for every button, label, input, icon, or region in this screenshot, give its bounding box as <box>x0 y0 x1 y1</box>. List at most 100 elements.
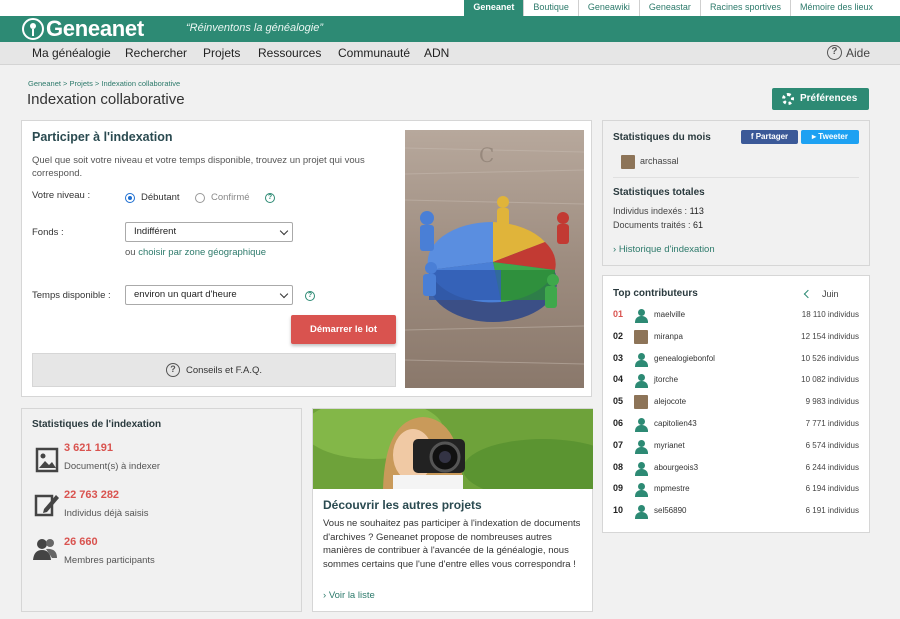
twitter-tweet-button[interactable]: ▸ Tweeter <box>801 130 859 144</box>
contributor-name[interactable]: myrianet <box>654 441 685 450</box>
contributor-count: 6 574 individus <box>805 440 859 450</box>
logo-text[interactable]: Geneanet <box>46 16 144 42</box>
contributor-row[interactable]: 08 abourgeois3 6 244 individus <box>603 461 871 479</box>
history-link-label: Historique d'indexation <box>618 244 715 255</box>
help-link[interactable]: ? Aide <box>826 45 870 60</box>
user-avatar[interactable] <box>621 155 635 169</box>
month-stats-title: Statistiques du mois <box>613 132 711 143</box>
contributor-count: 10 082 individus <box>801 375 859 385</box>
person-icon <box>635 352 648 367</box>
see-list-link[interactable]: › Voir la liste <box>323 590 375 601</box>
contributor-name[interactable]: alejocote <box>654 397 686 406</box>
toplink-memoire-des-lieux[interactable]: Mémoire des lieux <box>789 0 882 16</box>
toplink-racines-sportives[interactable]: Racines sportives <box>699 0 790 16</box>
contributor-row[interactable]: 10 sel56890 6 191 individus <box>603 504 871 522</box>
month-user-name[interactable]: archassal <box>640 156 679 166</box>
contributor-name[interactable]: jtorche <box>654 375 678 384</box>
faq-button[interactable]: ? Conseils et F.A.Q. <box>32 353 396 387</box>
slogan: “Réinventons la généalogie” <box>186 22 323 34</box>
contributor-row[interactable]: 03 genealogiebonfol 10 526 individus <box>603 352 871 370</box>
discover-panel: Découvrir les autres projets Vous ne sou… <box>312 408 593 612</box>
toplink-geneawiki[interactable]: Geneawiki <box>577 0 639 16</box>
nav-communaute[interactable]: Communauté <box>338 42 410 65</box>
contributor-name[interactable]: genealogiebonfol <box>654 354 715 363</box>
contributor-count: 7 771 individus <box>805 419 859 428</box>
faq-label: Conseils et F.A.Q. <box>185 364 263 376</box>
chevron-down-icon <box>279 289 289 299</box>
level-label: Votre niveau : <box>32 190 91 201</box>
level-confirme-label: Confirmé <box>211 192 250 203</box>
contributor-name[interactable]: miranpa <box>654 332 683 341</box>
contributor-row[interactable]: 02 miranpa 12 154 individus <box>603 329 871 348</box>
contributor-rank: 01 <box>613 309 624 319</box>
top-month: Juin <box>822 289 839 299</box>
fonds-value: Indifférent <box>134 226 177 237</box>
docs-label: Documents traités : <box>613 220 691 230</box>
docs-to-index-value: 3 621 191 <box>64 442 113 454</box>
start-lot-button[interactable]: Démarrer le lot <box>291 315 396 344</box>
help-icon: ? <box>165 363 180 377</box>
time-select[interactable]: environ un quart d'heure <box>125 285 293 305</box>
toplink-boutique[interactable]: Boutique <box>523 0 578 16</box>
geo-prefix: ou <box>125 247 136 258</box>
person-icon <box>635 374 648 389</box>
contributor-name[interactable]: capitolien43 <box>654 419 697 428</box>
divider <box>613 177 859 178</box>
facebook-share-button[interactable]: f Partager <box>741 130 798 144</box>
members-icon <box>33 539 57 560</box>
history-link[interactable]: › Historique d'indexation <box>613 244 715 255</box>
person-icon <box>635 505 648 520</box>
fonds-select[interactable]: Indifférent <box>125 222 293 242</box>
contributor-name[interactable]: abourgeois3 <box>654 463 698 472</box>
see-list-label: Voir la liste <box>328 590 375 601</box>
breadcrumb[interactable]: Geneanet > Projets > Indexation collabor… <box>28 79 180 88</box>
participate-title: Participer à l'indexation <box>32 130 173 144</box>
contributor-name[interactable]: sel56890 <box>654 506 686 515</box>
contributor-rank: 07 <box>613 439 624 450</box>
preferences-button[interactable]: Préférences <box>772 88 869 110</box>
members-value: 26 660 <box>64 536 98 548</box>
contributor-row[interactable]: 06 capitolien43 7 771 individus <box>603 417 871 435</box>
contributor-row[interactable]: 07 myrianet 6 574 individus <box>603 439 871 457</box>
nav-adn[interactable]: ADN <box>424 42 449 65</box>
nav-projets[interactable]: Projets <box>203 42 240 65</box>
contributor-name[interactable]: mpmestre <box>654 484 690 493</box>
contributor-row[interactable]: 09 mpmestre 6 194 individus <box>603 482 871 500</box>
top-contributors-panel: Top contributeurs Juin 01 maelville 18 110… <box>602 275 870 533</box>
contributor-count: 9 983 individus <box>805 397 859 407</box>
contributor-name[interactable]: maelville <box>654 310 685 319</box>
docs-value: 61 <box>693 220 704 230</box>
nav-ressources[interactable]: Ressources <box>258 42 321 65</box>
contributor-row[interactable]: 01 maelville 18 110 individus <box>603 308 871 326</box>
contributor-count: 6 244 individus <box>805 462 859 472</box>
individuals-entered-label: Individus déjà saisis <box>64 508 149 519</box>
photographer-image <box>313 409 593 489</box>
indexed-label: Individus indexés : <box>613 206 688 216</box>
contributor-rank: 04 <box>613 374 624 385</box>
radio-unchecked-icon <box>195 192 205 203</box>
index-stats-title: Statistiques de l'indexation <box>32 419 162 430</box>
time-help-icon[interactable]: ? <box>305 291 315 301</box>
top-links-bar: Geneanet Boutique Geneawiki Geneastar Ra… <box>0 0 900 16</box>
participate-intro: Quel que soit votre niveau et votre temp… <box>32 155 365 179</box>
contributor-rank: 05 <box>613 396 624 407</box>
toplink-geneastar[interactable]: Geneastar <box>638 0 700 16</box>
nav-rechercher[interactable]: Rechercher <box>125 42 187 65</box>
level-help-icon[interactable]: ? <box>265 193 275 203</box>
contributor-rank: 06 <box>613 418 624 428</box>
chevron-left-icon[interactable] <box>803 289 813 299</box>
toplink-geneanet[interactable]: Geneanet <box>464 0 524 16</box>
level-confirme-radio[interactable]: Confirmé <box>195 192 250 203</box>
processed-documents: Documents traités : 61 <box>613 220 703 230</box>
svg-text:C: C <box>479 143 494 167</box>
contributor-row[interactable]: 04 jtorche 10 082 individus <box>603 373 871 391</box>
tree-logo-icon[interactable] <box>22 18 44 40</box>
contributor-count: 18 110 individus <box>801 310 859 319</box>
level-debutant-radio[interactable]: Débutant <box>125 192 180 203</box>
contributor-photo-avatar <box>634 329 648 344</box>
brand-bar: Geneanet “Réinventons la généalogie” <box>0 16 900 42</box>
geo-link[interactable]: choisir par zone géographique <box>138 247 266 258</box>
contributor-rank: 08 <box>613 461 624 472</box>
contributor-row[interactable]: 05 alejocote 9 983 individus <box>603 395 871 413</box>
nav-ma-genealogie[interactable]: Ma généalogie <box>32 42 111 65</box>
